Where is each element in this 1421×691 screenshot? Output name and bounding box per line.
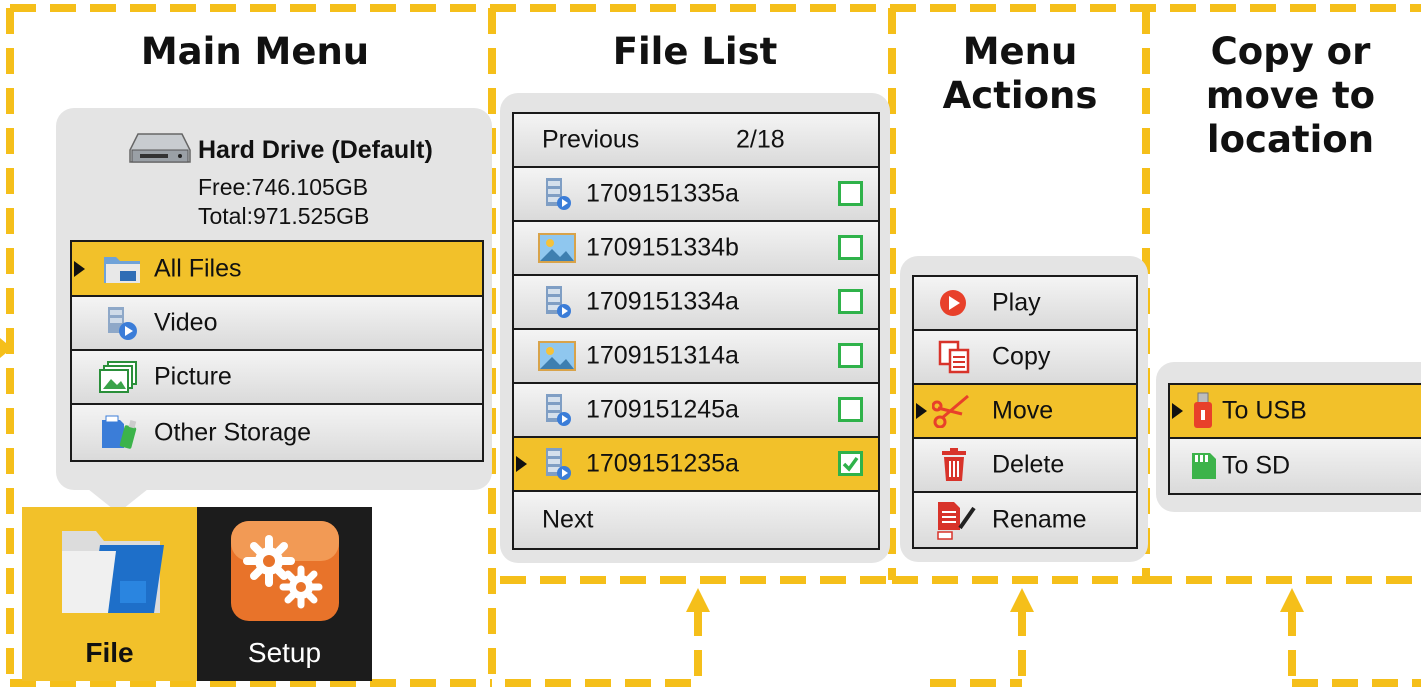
video-file-icon: [546, 448, 571, 480]
file-name: 1709151245a: [586, 395, 739, 424]
action-label: Delete: [992, 450, 1065, 479]
main-menu-list: All Files Video Picture Other Storage: [70, 240, 484, 462]
title-menu-actions-line1: Menu: [962, 30, 1078, 73]
sd-card-icon: [1192, 453, 1216, 479]
selection-pointer: [1172, 403, 1183, 419]
drive-free: Free:746.105GB: [198, 174, 369, 200]
tab-file[interactable]: File: [22, 507, 197, 681]
main-menu-item-video[interactable]: Video: [72, 297, 482, 351]
gears-icon: [231, 521, 339, 621]
location-label: To USB: [1222, 396, 1307, 425]
video-file-icon: [546, 178, 571, 210]
title-copy-move: Copy or move to location: [1160, 30, 1421, 162]
play-icon: [940, 290, 966, 316]
usb-icon: [1194, 392, 1212, 428]
other-storage-icon: [102, 415, 137, 449]
checkmark-icon: [842, 456, 859, 472]
hard-drive-icon: [129, 133, 191, 163]
main-menu-item-label: Video: [154, 308, 218, 337]
file-name: 1709151334b: [586, 233, 739, 262]
action-delete[interactable]: Delete: [914, 439, 1136, 493]
video-file-icon: [546, 286, 571, 318]
action-label: Copy: [992, 342, 1051, 371]
file-list-next[interactable]: Next: [514, 492, 878, 548]
tab-setup-label: Setup: [247, 637, 322, 668]
title-file-list: File List: [612, 30, 778, 73]
file-row[interactable]: 1709151314a: [514, 330, 878, 384]
title-copy-move-line3: location: [1206, 118, 1375, 161]
action-copy[interactable]: Copy: [914, 331, 1136, 385]
file-row[interactable]: 1709151334b: [514, 222, 878, 276]
page-indicator: 2/18: [736, 125, 785, 154]
file-checkbox[interactable]: [838, 343, 863, 368]
previous-label: Previous: [542, 125, 640, 154]
tab-file-label: File: [85, 637, 134, 668]
action-move[interactable]: Move: [914, 385, 1136, 439]
file-checkbox[interactable]: [838, 289, 863, 314]
selection-pointer: [516, 456, 527, 472]
tab-setup[interactable]: Setup: [197, 507, 372, 681]
trash-icon: [942, 448, 966, 481]
file-name: 1709151335a: [586, 179, 739, 208]
main-menu-item-label: Other Storage: [154, 418, 312, 446]
next-label: Next: [542, 505, 594, 534]
location-label: To SD: [1222, 451, 1291, 480]
file-checkbox-checked[interactable]: [838, 451, 863, 476]
folder-icon: [104, 256, 140, 283]
file-list: Previous 2/18 1709151335a 1709151334b 17…: [512, 112, 880, 550]
file-row[interactable]: 1709151245a: [514, 384, 878, 438]
file-checkbox[interactable]: [838, 181, 863, 206]
location-to-sd[interactable]: To SD: [1170, 439, 1421, 493]
video-icon: [108, 307, 137, 340]
file-list-previous[interactable]: Previous 2/18: [514, 114, 878, 168]
file-row-selected[interactable]: 1709151235a: [514, 438, 878, 492]
file-name: 1709151334a: [586, 287, 739, 316]
action-label: Play: [992, 288, 1041, 317]
title-copy-move-line1: Copy or: [1210, 30, 1371, 73]
action-label: Move: [992, 396, 1054, 425]
file-row[interactable]: 1709151334a: [514, 276, 878, 330]
main-menu-item-all-files[interactable]: All Files: [72, 242, 482, 297]
file-checkbox[interactable]: [838, 397, 863, 422]
title-menu-actions: Menu Actions: [900, 30, 1140, 118]
scissors-icon: [932, 394, 969, 428]
title-copy-move-line2: move to: [1205, 74, 1376, 117]
main-menu-item-label: All Files: [154, 254, 242, 282]
action-play[interactable]: Play: [914, 277, 1136, 331]
main-menu-item-label: Picture: [154, 362, 232, 391]
title-main-menu: Main Menu: [140, 30, 370, 73]
rename-icon: [937, 502, 976, 540]
file-name: 1709151235a: [586, 449, 739, 478]
drive-name: Hard Drive (Default): [198, 136, 433, 164]
main-menu-item-picture[interactable]: Picture: [72, 351, 482, 405]
action-rename[interactable]: Rename: [914, 493, 1136, 547]
action-label: Rename: [992, 505, 1087, 534]
main-menu-item-other-storage[interactable]: Other Storage: [72, 405, 482, 460]
picture-file-icon: [538, 233, 576, 263]
video-file-icon: [546, 394, 571, 426]
selection-pointer: [74, 260, 85, 277]
drive-total: Total:971.525GB: [198, 203, 370, 229]
location-to-usb[interactable]: To USB: [1170, 385, 1421, 439]
picture-file-icon: [538, 341, 576, 371]
menu-actions-list: Play Copy Move Delete Rename: [912, 275, 1138, 549]
file-name: 1709151314a: [586, 341, 739, 370]
selection-pointer: [916, 403, 927, 419]
file-folder-icon: [62, 531, 164, 613]
file-row[interactable]: 1709151335a: [514, 168, 878, 222]
file-checkbox[interactable]: [838, 235, 863, 260]
picture-icon: [99, 361, 137, 393]
copy-icon: [938, 340, 970, 374]
title-menu-actions-line2: Actions: [942, 74, 1098, 117]
location-list: To USB To SD: [1168, 383, 1421, 495]
